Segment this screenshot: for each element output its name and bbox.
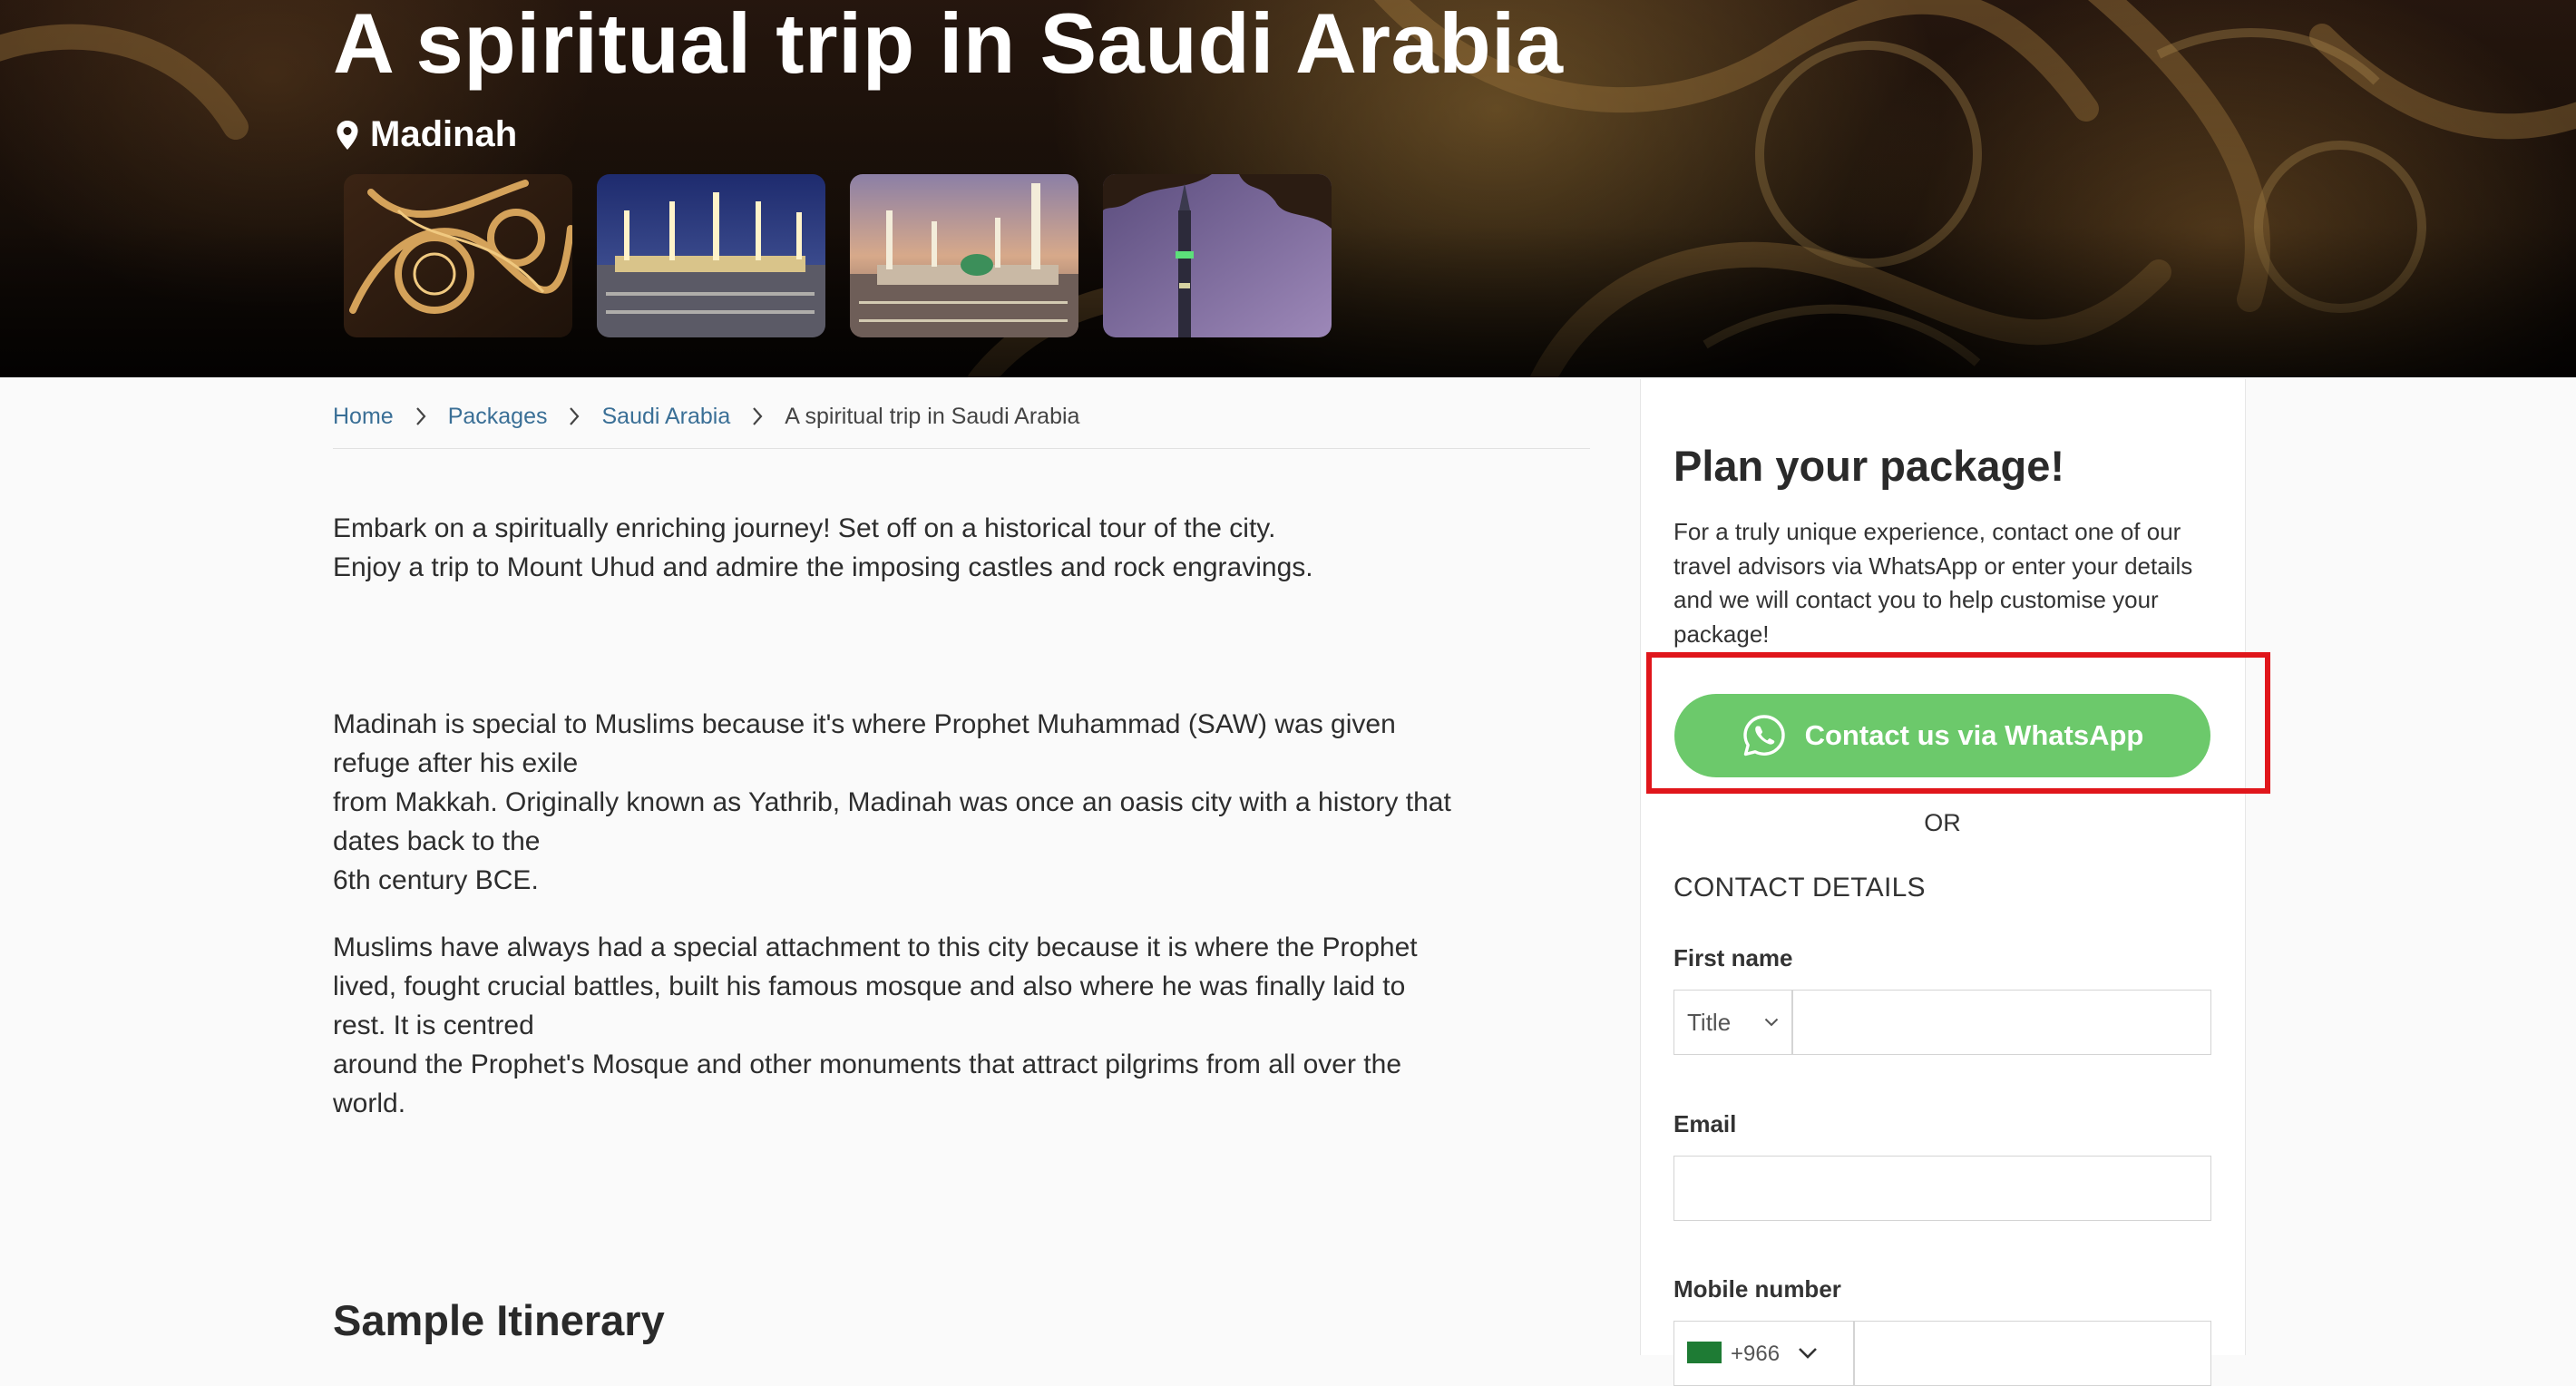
chevron-right-icon bbox=[730, 406, 785, 426]
attachment-paragraph: Muslims have always had a special attach… bbox=[333, 932, 1418, 1118]
contact-details-heading: CONTACT DETAILS bbox=[1673, 873, 1926, 903]
title-select-value: Title bbox=[1687, 1008, 1732, 1036]
sidebar-title: Plan your package! bbox=[1673, 442, 2064, 490]
chevron-right-icon bbox=[394, 406, 448, 426]
chevron-down-icon bbox=[1799, 1348, 1817, 1359]
email-input[interactable] bbox=[1673, 1156, 2211, 1221]
first-name-input[interactable] bbox=[1792, 990, 2211, 1055]
gallery-thumbnail-2[interactable] bbox=[597, 174, 825, 337]
country-code-select[interactable]: +966 bbox=[1673, 1321, 1854, 1386]
location-label: Madinah bbox=[370, 114, 518, 154]
breadcrumb: Home Packages Saudi Arabia A spiritual t… bbox=[333, 403, 1079, 430]
map-pin-icon bbox=[337, 120, 358, 150]
gallery-thumbnail-3[interactable] bbox=[850, 174, 1078, 337]
chevron-down-icon bbox=[1764, 1018, 1779, 1027]
email-label: Email bbox=[1673, 1110, 1737, 1137]
title-select[interactable]: Title bbox=[1673, 990, 1792, 1055]
gallery-thumbnail-1[interactable] bbox=[344, 174, 572, 337]
breadcrumb-divider bbox=[333, 448, 1590, 449]
breadcrumb-home[interactable]: Home bbox=[333, 404, 394, 430]
mobile-number-label: Mobile number bbox=[1673, 1275, 1841, 1303]
breadcrumb-current: A spiritual trip in Saudi Arabia bbox=[785, 403, 1080, 429]
breadcrumb-packages[interactable]: Packages bbox=[448, 404, 548, 430]
page-title: A spiritual trip in Saudi Arabia bbox=[333, 0, 1564, 91]
whatsapp-icon bbox=[1742, 715, 1785, 756]
mobile-number-input[interactable] bbox=[1854, 1321, 2211, 1386]
location: Madinah bbox=[336, 114, 517, 155]
itinerary-heading: Sample Itinerary bbox=[333, 1296, 665, 1344]
or-separator: OR bbox=[1924, 809, 1961, 836]
chevron-right-icon bbox=[547, 406, 601, 426]
sidebar-description: For a truly unique experience, contact o… bbox=[1673, 518, 2193, 648]
first-name-label: First name bbox=[1673, 944, 1793, 971]
madinah-paragraph: Madinah is special to Muslims because it… bbox=[333, 709, 1451, 895]
whatsapp-contact-button[interactable]: Contact us via WhatsApp bbox=[1674, 694, 2210, 777]
whatsapp-button-label: Contact us via WhatsApp bbox=[1804, 719, 2144, 751]
breadcrumb-saudi-arabia[interactable]: Saudi Arabia bbox=[601, 404, 730, 430]
country-code-value: +966 bbox=[1731, 1342, 1781, 1366]
gallery-thumbnail-4[interactable] bbox=[1103, 174, 1332, 337]
intro-paragraph: Embark on a spiritually enriching journe… bbox=[333, 513, 1313, 582]
saudi-flag-icon bbox=[1687, 1342, 1722, 1363]
